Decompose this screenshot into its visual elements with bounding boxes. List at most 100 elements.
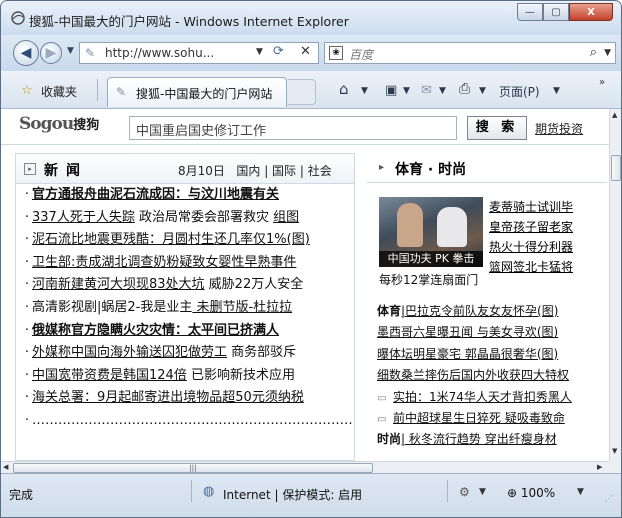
print-dropdown-icon[interactable]: ▼ xyxy=(479,86,486,96)
zoom-icon: ⊕ xyxy=(507,486,518,500)
scroll-right-icon[interactable]: ▶ xyxy=(597,463,602,471)
sports-link[interactable]: |巴拉克令前队友女友怀孕(图) xyxy=(401,304,558,318)
sports-photo[interactable]: 中国功夫 PK 拳击 xyxy=(379,197,483,267)
ie-logo-icon xyxy=(11,11,25,25)
more-commands-icon[interactable]: » xyxy=(599,77,605,88)
favorites-button[interactable]: 收藏夹 xyxy=(41,83,77,100)
recent-pages-dropdown[interactable]: ▼ xyxy=(67,46,74,56)
zoom-dropdown-icon[interactable]: ▼ xyxy=(577,487,584,497)
sports-link[interactable]: 墨西哥六星曝丑闻 xyxy=(377,325,473,339)
bullet-icon: · xyxy=(24,390,30,406)
status-text: 完成 xyxy=(9,488,34,502)
news-link[interactable]: 337人死于人失踪 xyxy=(32,210,135,225)
scroll-down-icon[interactable]: ▼ xyxy=(612,447,617,455)
news-text: 政治局常委会部署救灾 xyxy=(134,209,274,225)
divider xyxy=(447,480,448,502)
news-link[interactable]: 组图 xyxy=(273,210,299,225)
feeds-dropdown-icon[interactable]: ▼ xyxy=(403,86,410,96)
sports-link[interactable]: 曝体坛明星豪宅 xyxy=(377,347,461,361)
address-input[interactable]: http://www.sohu... xyxy=(105,46,214,60)
sports-list: 体育|巴拉克令前队友女友怀孕(图) 墨西哥六星曝丑闻 与美女寻欢(图) 曝体坛明星豪… xyxy=(377,301,607,451)
news-link[interactable]: 俄媒称官方隐瞒火灾灾情：太平间已挤满人 xyxy=(32,323,279,338)
horizontal-scroll-thumb[interactable]: ||| xyxy=(13,463,373,473)
tab-label: 搜狐-中国最大的门户网站 xyxy=(136,87,273,101)
feeds-icon[interactable]: ▣ xyxy=(385,83,397,98)
sports-text: 时尚 xyxy=(377,432,402,447)
vertical-scrollbar[interactable]: ▲ ▼ xyxy=(609,109,621,461)
news-link[interactable]: 外媒称中国向海外输送囚犯做劳工 xyxy=(32,345,227,360)
search-options-icon[interactable]: ▼ xyxy=(604,48,611,58)
horizontal-scrollbar[interactable]: ◀ ||| ▶ xyxy=(1,461,609,473)
photo-subtitle-link[interactable]: 每秒12掌连扇面门 xyxy=(379,271,478,288)
search-box[interactable]: ❀ 百度 ⌕ ▼ xyxy=(324,42,616,64)
sports-link[interactable]: 与美女寻欢(图) xyxy=(473,325,558,339)
sports-link[interactable]: | 秋冬流行趋势 穿出纤瘦身材 xyxy=(401,432,557,446)
zoom-level[interactable]: ⊕ 100% xyxy=(507,486,555,500)
sports-line: ▭ 实拍：1米74华人天才背扣秀黑人 xyxy=(377,387,607,408)
tab-domestic[interactable]: 国内 xyxy=(236,164,260,178)
search-input[interactable]: 百度 xyxy=(349,46,373,63)
sports-title[interactable]: 体育 · 时尚 xyxy=(395,159,466,179)
news-link[interactable]: 官方通报舟曲泥石流成因：与汶川地震有关 xyxy=(32,187,279,202)
title-bar[interactable]: 搜狐-中国最大的门户网站 - Windows Internet Explorer… xyxy=(1,1,621,35)
news-link[interactable]: 河南新建黄河大坝现83处大坑 xyxy=(32,277,205,292)
sports-link[interactable]: 郭晶晶很奢华(图) xyxy=(461,347,558,361)
tab-society[interactable]: 社会 xyxy=(308,164,332,178)
zoom-value: 100% xyxy=(520,486,556,500)
news-line: · 河南新建黄河大坝现83处大坑 威胁22万人安全 xyxy=(22,274,354,297)
home-icon[interactable]: ⌂ xyxy=(339,80,349,98)
tab-sohu[interactable]: ✎ 搜狐-中国最大的门户网站 xyxy=(107,77,287,107)
scroll-up-icon[interactable]: ▲ xyxy=(612,111,617,119)
minimize-button[interactable]: — xyxy=(517,3,543,21)
futures-link[interactable]: 期货投资 xyxy=(535,120,583,137)
refresh-icon[interactable]: ⟳ xyxy=(273,44,284,59)
resize-grip-icon[interactable]: ⋰ xyxy=(605,494,613,503)
close-button[interactable]: X xyxy=(569,3,613,21)
print-icon[interactable]: ⎙ xyxy=(459,81,470,97)
protected-mode-dropdown-icon[interactable]: ▼ xyxy=(479,487,486,497)
maximize-button[interactable]: ▢ xyxy=(543,3,569,21)
news-line: · 官方通报舟曲泥石流成因：与汶川地震有关 xyxy=(22,184,354,207)
sports-link[interactable]: 前中超球星生日猝死 疑吸毒致命 xyxy=(393,411,565,425)
address-bar[interactable]: ✎ http://www.sohu... ▼ ⟳ ✕ xyxy=(79,42,319,64)
back-button[interactable]: ◀ xyxy=(13,40,39,66)
tab-international[interactable]: 国际 xyxy=(272,164,296,178)
vertical-scroll-thumb[interactable] xyxy=(611,155,621,181)
side-link[interactable]: 篮网签北卡猛将 xyxy=(489,257,607,277)
bullet-icon: · xyxy=(24,412,30,428)
news-link[interactable]: 泥石流比地震更残酷：月圆村生还几率仅1%(图) xyxy=(32,232,310,247)
mail-dropdown-icon[interactable]: ▼ xyxy=(439,86,446,96)
bullet-icon: · xyxy=(24,299,30,315)
favorites-star-icon[interactable]: ☆ xyxy=(21,83,33,98)
security-zone[interactable]: Internet | 保护模式: 启用 xyxy=(223,486,362,503)
side-link[interactable]: 热火十得分利器 xyxy=(489,237,607,257)
sogou-logo[interactable]: Sogou搜狗 xyxy=(19,114,99,134)
protected-mode-icon[interactable]: ⚙ xyxy=(459,485,470,499)
scroll-left-icon[interactable]: ◀ xyxy=(3,463,8,471)
news-link[interactable]: 海关总署：9月起邮寄进出境物品超50元须纳税 xyxy=(32,390,304,405)
mail-icon[interactable]: ✉ xyxy=(421,83,432,98)
sogou-search-button[interactable]: 搜 索 xyxy=(467,116,527,140)
globe-icon: ◍ xyxy=(203,484,215,499)
bullet-icon: · xyxy=(24,209,30,225)
new-tab-button[interactable] xyxy=(288,79,316,105)
news-line: · 俄媒称官方隐瞒火灾灾情：太平间已挤满人 xyxy=(22,320,354,343)
sports-link[interactable]: 细数桑兰摔伤后国内外收获四大特权 xyxy=(377,368,569,382)
forward-button[interactable]: ▶ xyxy=(40,42,62,64)
side-link[interactable]: 皇帝孩子留老家 xyxy=(489,217,607,237)
news-link[interactable]: 未删节版-杜拉拉 xyxy=(192,300,292,315)
side-link[interactable]: 麦蒂骑士试训毕 xyxy=(489,197,607,217)
sogou-search-input[interactable]: 中国重启国史修订工作 xyxy=(129,116,457,140)
divider xyxy=(191,480,192,502)
page-menu-button[interactable]: 页面(P) xyxy=(499,83,540,100)
search-icon[interactable]: ⌕ xyxy=(590,45,597,60)
home-dropdown-icon[interactable]: ▼ xyxy=(361,86,368,96)
sports-link[interactable]: 实拍：1米74华人天才背扣秀黑人 xyxy=(393,390,572,404)
news-link[interactable]: 中国宽带资费是韩国124倍 xyxy=(32,368,187,383)
news-link[interactable]: 卫生部:责成湖北调查奶粉疑致女婴性早熟事件 xyxy=(32,255,296,270)
address-dropdown-icon[interactable]: ▼ xyxy=(256,47,263,57)
page-dropdown-icon[interactable]: ▼ xyxy=(553,86,560,96)
stop-icon[interactable]: ✕ xyxy=(300,44,311,59)
boxer-figure xyxy=(437,207,467,247)
news-title[interactable]: 新闻 xyxy=(44,160,88,180)
